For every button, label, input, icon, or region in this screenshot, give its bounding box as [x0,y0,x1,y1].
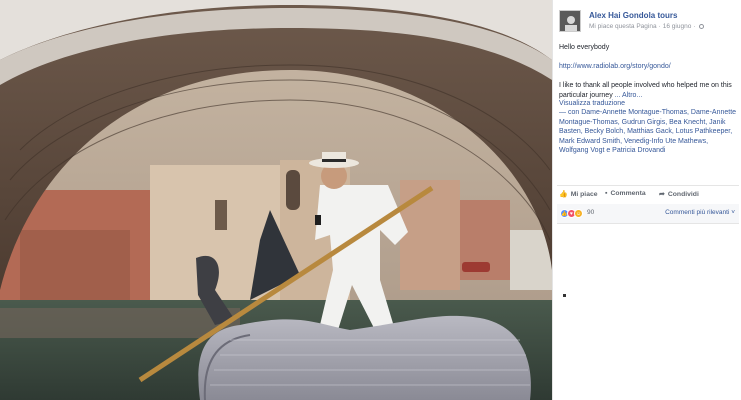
post-link[interactable]: http://www.radiolab.org/story/gondo/ [559,62,737,72]
translate-link[interactable]: Visualizza traduzione [559,99,737,109]
post-thanks-text: I like to thank all people involved who … [559,81,737,100]
post-date[interactable]: 16 giugno [663,23,692,30]
comment-button[interactable]: ▪ Commenta [605,190,646,197]
haha-reaction-icon[interactable]: ☺ [574,209,583,218]
comments-sort-dropdown[interactable]: Commenti più rilevanti ˅ [665,209,735,216]
like-page-link[interactable]: Mi piace questa Pagina [589,23,657,30]
gondola-photo-image [0,0,552,400]
share-label: Condividi [667,191,699,198]
text-cursor [563,294,566,297]
comment-label: Commenta [610,190,646,197]
post-meta: Mi piace questa Pagina · 16 giugno · [589,23,705,30]
page-avatar[interactable] [559,10,581,32]
globe-icon [699,23,705,29]
speech-bubble-icon: ▪ [605,190,608,197]
post-greeting: Hello everybody [559,44,610,51]
post-header: Alex Hai Gondola tours Mi piace questa P… [559,10,737,36]
post-photo[interactable] [0,0,552,400]
like-button[interactable]: 👍 Mi piace [559,190,598,198]
tags-list[interactable]: Dame-Annette Montague-Thomas, Dame-Annet… [559,109,736,154]
like-label: Mi piace [570,191,598,198]
tagged-people: — con Dame-Annette Montague-Thomas, Dame… [559,108,737,156]
page-name-link[interactable]: Alex Hai Gondola tours [589,11,677,20]
share-arrow-icon: ➦ [659,191,665,198]
more-link[interactable]: ... Altro... [615,92,643,99]
reaction-count[interactable]: 90 [587,209,594,216]
tags-prefix: — con [559,109,580,116]
share-button[interactable]: ➦ Condividi [659,190,699,198]
thumbs-up-icon: 👍 [559,191,568,198]
actions-divider [557,185,739,186]
thanks-text: I like to thank all people involved who … [559,82,732,99]
reactions-row: 👍 ♥ ☺ 90 Commenti più rilevanti ˅ [557,204,739,224]
post-actions: 👍 Mi piace ▪ Commenta ➦ Condividi [559,190,737,200]
post-panel: Alex Hai Gondola tours Mi piace questa P… [552,0,741,400]
